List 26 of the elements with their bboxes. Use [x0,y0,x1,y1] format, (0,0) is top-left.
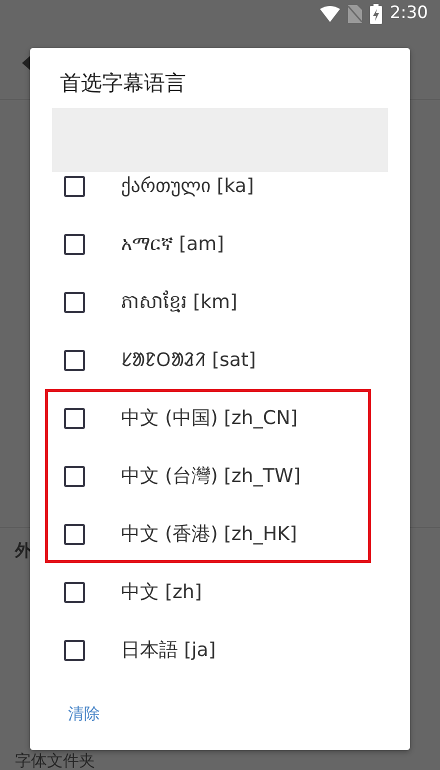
language-label: 中文 [zh] [121,580,202,605]
checkbox[interactable] [64,292,85,312]
language-label: 中文 (台灣) [zh_TW] [121,464,301,489]
clear-button[interactable]: 清除 [60,696,108,732]
dialog-title: 首选字幕语言 [59,70,187,97]
language-label: ქართული [ka] [121,174,254,199]
setting-title[interactable]: 字体文件夹 [15,751,95,770]
language-label: ᱥᱟᱱᱛᱟᱲᱤ [sat] [121,348,256,373]
language-label: አማርኛ [am] [121,232,224,257]
language-label: 日本語 [ja] [121,638,216,663]
checkbox[interactable] [64,466,85,486]
wifi-icon [320,6,340,22]
checkbox[interactable] [64,408,85,428]
battery-charging-icon [370,4,382,24]
checkbox[interactable] [64,582,85,602]
language-label: 中文 (香港) [zh_HK] [121,522,297,547]
section-header: 外 [15,541,32,561]
checkbox[interactable] [64,234,85,254]
language-label: ភាសាខ្មែរ [km] [121,289,238,315]
language-label: 中文 (中国) [zh_CN] [121,406,298,431]
checkbox[interactable] [64,350,85,370]
checkbox[interactable] [64,176,85,196]
no-sim-icon [348,5,362,23]
checkbox[interactable] [64,640,85,660]
status-time: 2:30 [390,2,428,26]
checkbox[interactable] [64,524,85,544]
